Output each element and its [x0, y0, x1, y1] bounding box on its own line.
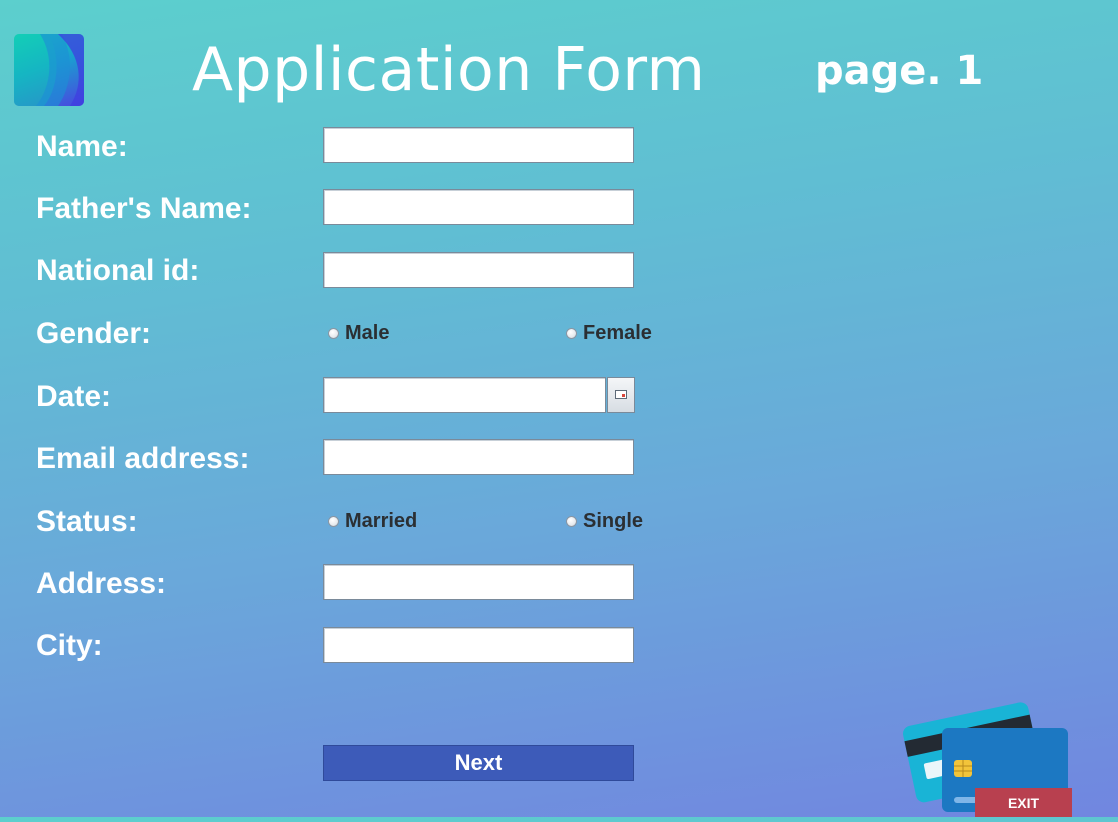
status-label: Status: — [36, 505, 138, 538]
status-single-radio[interactable]: Single — [566, 509, 643, 533]
status-married-radio[interactable]: Married — [328, 509, 417, 533]
radio-button-icon[interactable] — [328, 327, 339, 339]
next-button[interactable]: Next — [323, 745, 634, 781]
date-label: Date: — [36, 380, 112, 413]
page-title: Application Form — [192, 35, 706, 105]
name-label: Name: — [36, 130, 128, 163]
gender-female-radio[interactable]: Female — [566, 321, 652, 345]
gender-male-radio[interactable]: Male — [328, 321, 389, 345]
exit-button[interactable]: EXIT — [975, 788, 1072, 817]
date-picker-button[interactable] — [607, 377, 635, 413]
status-single-label: Single — [583, 509, 644, 532]
radio-button-icon[interactable] — [566, 515, 577, 527]
city-label: City: — [36, 629, 103, 662]
status-married-label: Married — [345, 509, 418, 532]
email-field[interactable] — [323, 439, 634, 475]
national-id-label: National id: — [36, 254, 200, 287]
email-label: Email address: — [36, 442, 250, 475]
address-label: Address: — [36, 567, 167, 600]
name-field[interactable] — [323, 127, 634, 163]
radio-button-icon[interactable] — [566, 327, 577, 339]
national-id-field[interactable] — [323, 252, 634, 288]
gender-male-label: Male — [345, 321, 390, 344]
page-number: page. 1 — [815, 48, 984, 94]
city-field[interactable] — [323, 627, 634, 663]
calendar-icon — [615, 390, 627, 399]
address-field[interactable] — [323, 564, 634, 600]
date-field[interactable] — [323, 377, 606, 413]
radio-button-icon[interactable] — [328, 515, 339, 527]
gender-female-label: Female — [583, 321, 652, 344]
fathers-name-label: Father's Name: — [36, 192, 252, 225]
gender-label: Gender: — [36, 317, 152, 350]
fathers-name-field[interactable] — [323, 189, 634, 225]
app-logo — [14, 34, 84, 106]
